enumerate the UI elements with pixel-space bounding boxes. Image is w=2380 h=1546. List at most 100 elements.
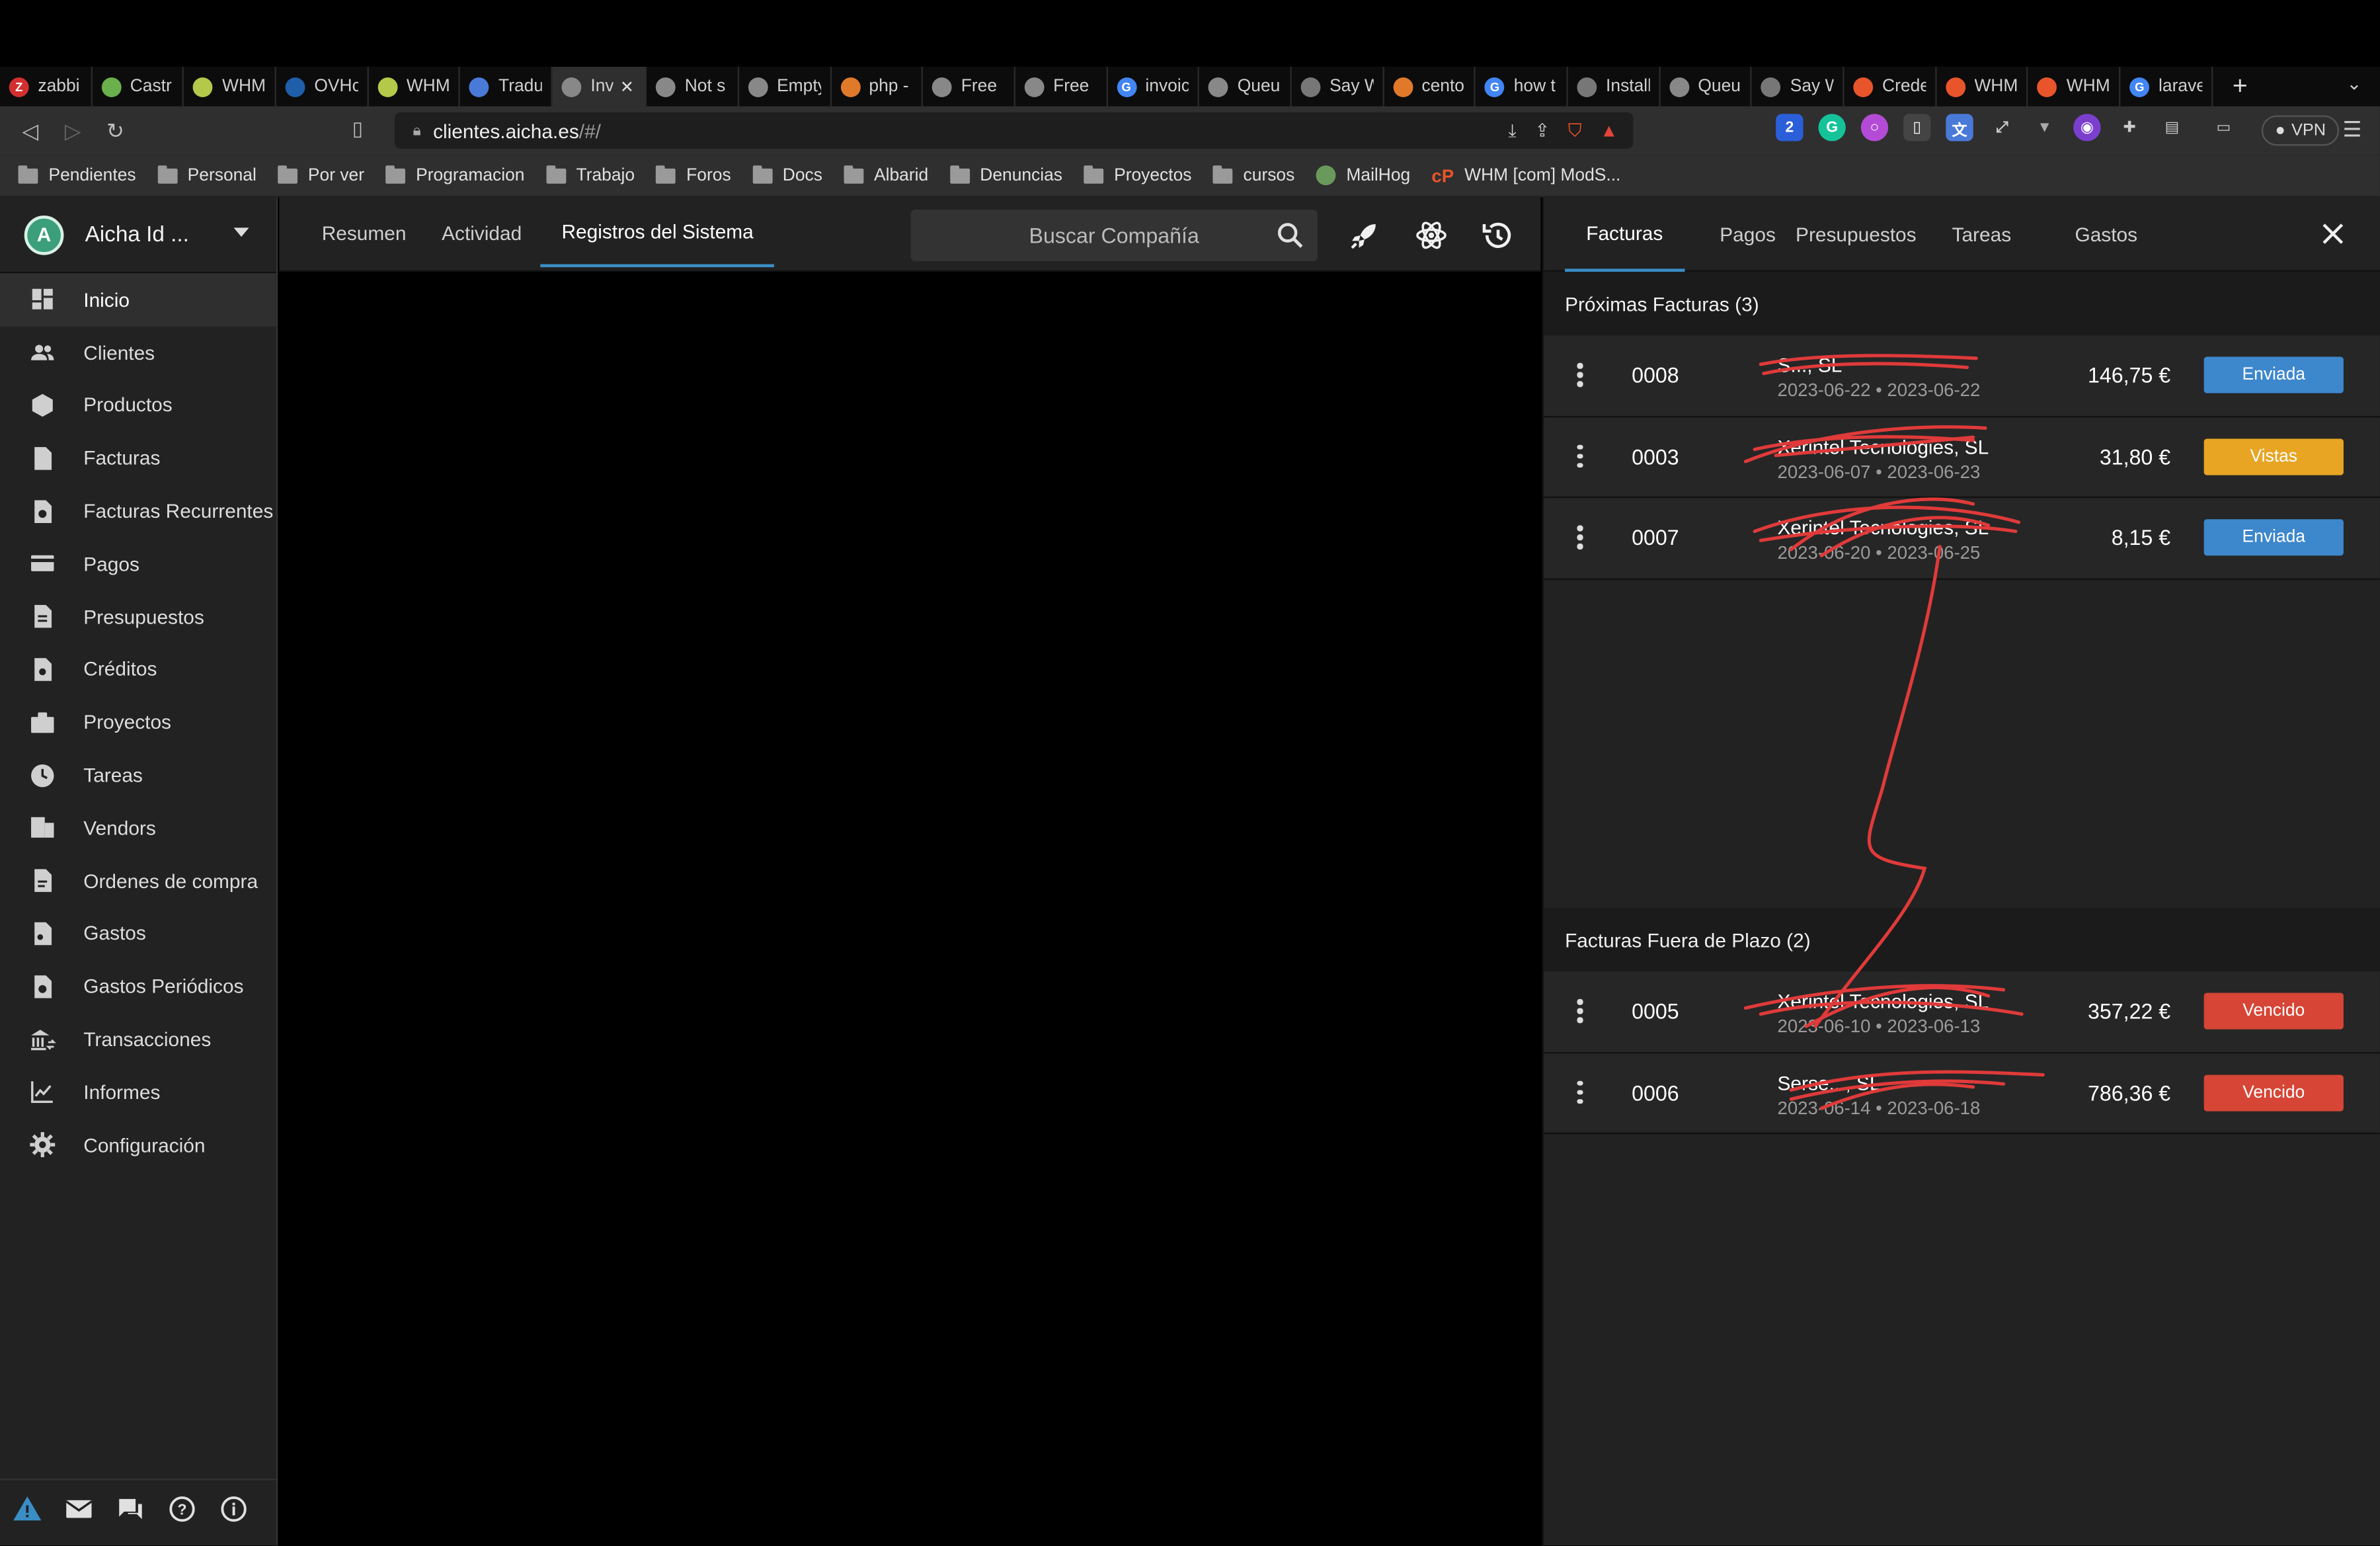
extension-purple-icon[interactable]: ◉ [2073, 114, 2101, 142]
browser-tab[interactable]: Glarave [2121, 67, 2213, 106]
menu-icon[interactable]: ☰ [2343, 117, 2362, 143]
tab-list-chevron-icon[interactable]: ⌄ [2346, 73, 2361, 94]
warning-icon[interactable] [12, 1494, 42, 1531]
sidebar-item[interactable]: Informes [0, 1066, 276, 1119]
mail-icon[interactable] [63, 1494, 94, 1531]
invoice-row[interactable]: 0006 Serse..., SL 2023-06-14 • 2023-06-18 7… [1543, 1053, 2380, 1135]
invoice-row[interactable]: 0003 Xerintel Tecnologies, SL 2023-06-07 •… [1543, 417, 2380, 499]
right-panel-tab[interactable]: Facturas [1565, 197, 1685, 272]
browser-tab[interactable]: cento [1384, 67, 1476, 106]
browser-tab[interactable]: WHM [368, 67, 461, 106]
vpn-button[interactable]: ● VPN [2261, 115, 2340, 146]
top-tab[interactable]: Registros del Sistema [540, 197, 775, 268]
browser-tab[interactable]: Ginvoic [1107, 67, 1200, 106]
bookmark-item[interactable]: cursos [1212, 165, 1294, 184]
info-icon[interactable] [219, 1494, 249, 1531]
browser-tab[interactable]: Tradu [461, 67, 553, 106]
grammarly-icon[interactable]: G [1818, 114, 1846, 142]
sidebar-item[interactable]: Proyectos [0, 696, 276, 749]
browser-tab[interactable]: Not s [647, 67, 739, 106]
wallet-icon[interactable]: ▭ [2210, 114, 2237, 141]
browser-tab[interactable]: Queu [1199, 67, 1292, 106]
bookmark-item[interactable]: Personal [157, 165, 257, 184]
bookmark-item[interactable]: Docs [752, 165, 822, 184]
sidebar-item[interactable]: Tareas [0, 749, 276, 801]
bookmark-item[interactable]: Programacion [385, 165, 524, 184]
new-tab-icon[interactable]: + [2222, 71, 2258, 102]
browser-tab[interactable]: Free [1015, 67, 1108, 106]
browser-tab[interactable]: Say W [1752, 67, 1844, 106]
right-panel-tab[interactable]: Presupuestos [1796, 197, 1917, 271]
vue-devtools-icon[interactable]: ▼ [2031, 114, 2058, 141]
top-tab[interactable]: Resumen [322, 197, 407, 267]
more-vert-icon[interactable] [1577, 525, 1583, 553]
install-icon[interactable]: ⤓ [1508, 120, 1516, 142]
bookmark-item[interactable]: cP WHM [com] ModS... [1431, 165, 1620, 186]
invoice-row[interactable]: 0008 S..., SL 2023-06-22 • 2023-06-22 146,7… [1543, 335, 2380, 417]
forward-icon[interactable]: ▷ [52, 118, 94, 143]
brave-rewards-icon[interactable]: ▲ [1600, 120, 1618, 142]
invoice-row[interactable]: 0005 Xerintel Tecnologies, SL 2023-06-10 •… [1543, 971, 2380, 1053]
more-vert-icon[interactable] [1577, 444, 1583, 471]
browser-tab[interactable]: Free [923, 67, 1015, 106]
sidebar-item[interactable]: Facturas [0, 432, 276, 485]
bookmark-item[interactable]: Por ver [278, 165, 364, 184]
bookmark-item[interactable]: MailHog [1316, 165, 1410, 186]
browser-tab[interactable]: php - [831, 67, 924, 106]
react-atom-icon[interactable] [1415, 219, 1448, 260]
browser-tab[interactable]: Crede [1844, 67, 1936, 106]
browser-tab[interactable]: Zzabbi [0, 67, 93, 106]
more-vert-icon[interactable] [1577, 362, 1583, 390]
puzzle-icon[interactable]: ✚ [2116, 114, 2143, 141]
browser-tab[interactable]: Ghow t [1476, 67, 1568, 106]
more-vert-icon[interactable] [1577, 998, 1583, 1026]
browser-tab[interactable]: Castr [92, 67, 184, 106]
sidebar-item[interactable]: Ordenes de compra [0, 854, 276, 907]
right-panel-tab[interactable]: Gastos [2075, 197, 2137, 271]
sidebar-item[interactable]: Facturas Recurrentes [0, 485, 276, 538]
sidebar-item[interactable]: Presupuestos [0, 590, 276, 643]
tab-close-icon[interactable]: ✕ [620, 77, 634, 97]
sidebar-item[interactable]: Clientes [0, 326, 276, 379]
rocket-icon[interactable] [1348, 219, 1382, 260]
bookmark-item[interactable]: Trabajo [545, 165, 635, 184]
browser-tab[interactable]: Empty [739, 67, 832, 106]
sidebar-toggle-icon[interactable]: ▤ [2159, 114, 2186, 141]
sidebar-item[interactable]: Vendors [0, 801, 276, 854]
back-icon[interactable]: ◁ [9, 118, 52, 143]
sidebar-item[interactable]: Inicio [0, 273, 276, 327]
share-icon[interactable]: ⇪ [1534, 120, 1550, 142]
sidebar-item[interactable]: Productos [0, 379, 276, 432]
sidebar-item[interactable]: Pagos [0, 538, 276, 590]
phone-icon[interactable]: ▯ [1903, 114, 1931, 142]
bookmark-item[interactable]: Albarid [844, 165, 928, 184]
browser-tab[interactable]: WHM [1936, 67, 2029, 106]
address-bar[interactable]: 🔒︎ clientes.aicha.es/#/ ⤓ ⇪ ⛉ ▲ [394, 112, 1634, 149]
bookmark-item[interactable]: Foros [656, 165, 731, 184]
bookmark-item[interactable]: Proyectos [1084, 165, 1191, 184]
sidebar-item[interactable]: Créditos [0, 643, 276, 696]
browser-tab[interactable]: Inv ✕ [552, 67, 647, 106]
sidebar-item[interactable]: Transacciones [0, 1013, 276, 1066]
bookmark-icon[interactable]: ▯ [352, 117, 363, 142]
browser-tab[interactable]: OVHc [276, 67, 369, 106]
bookmark-item[interactable]: Denuncias [949, 165, 1062, 184]
sidebar-item[interactable]: Configuración [0, 1119, 276, 1172]
color-picker-icon[interactable]: ○ [1860, 114, 1889, 142]
search-icon[interactable] [1275, 220, 1306, 255]
browser-tab[interactable]: WHM [2028, 67, 2121, 106]
right-panel-tab[interactable]: Tareas [1952, 197, 2012, 271]
reload-icon[interactable]: ↻ [94, 118, 136, 143]
top-tab[interactable]: Actividad [442, 197, 522, 267]
extension-icon[interactable]: 2 [1776, 114, 1804, 142]
history-icon[interactable] [1482, 219, 1515, 260]
search-input[interactable]: Buscar Compañía [910, 209, 1318, 261]
help-icon[interactable]: ? [167, 1494, 198, 1531]
chat-icon[interactable] [115, 1494, 145, 1531]
invoice-row[interactable]: 0007 Xerintel Tecnologies, SL 2023-06-20 •… [1543, 498, 2380, 580]
sidebar-item[interactable]: Gastos [0, 907, 276, 960]
close-icon[interactable] [2319, 220, 2346, 255]
browser-tab[interactable]: Say W [1292, 67, 1384, 106]
translate-icon[interactable]: 文 [1946, 114, 1973, 142]
browser-tab[interactable]: Queu [1660, 67, 1753, 106]
